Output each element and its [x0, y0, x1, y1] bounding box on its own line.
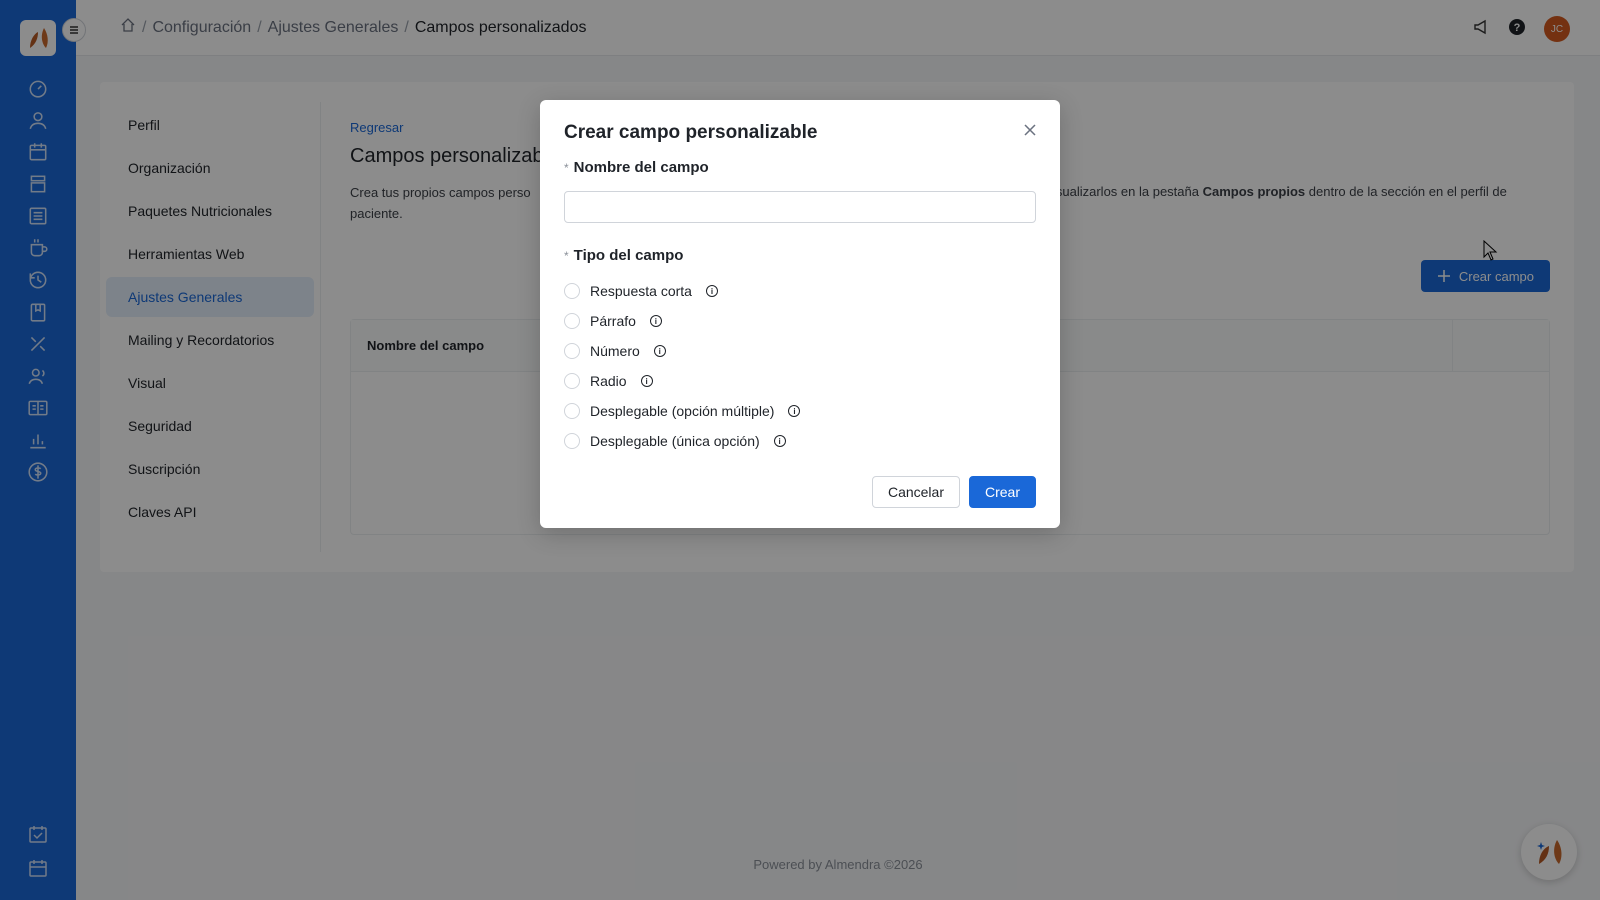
cancel-button[interactable]: Cancelar [871, 476, 960, 508]
field-type-label-text: Tipo del campo [573, 247, 684, 264]
radio-option-radio[interactable]: Radio i [564, 366, 800, 396]
radio-button[interactable] [564, 313, 580, 329]
radio-button[interactable] [564, 433, 580, 449]
radio-label: Desplegable (opción múltiple) [590, 403, 775, 419]
info-icon[interactable]: i [640, 375, 653, 387]
radio-button[interactable] [564, 343, 580, 359]
radio-option-desplegable-unica[interactable]: Desplegable (única opción) i [564, 426, 800, 456]
modal-actions: Cancelar Crear [871, 476, 1036, 508]
radio-label: Desplegable (única opción) [590, 433, 760, 449]
info-icon[interactable]: i [705, 285, 718, 297]
required-marker: * [564, 248, 569, 263]
radio-button[interactable] [564, 403, 580, 419]
radio-label: Párrafo [590, 313, 636, 329]
create-button[interactable]: Crear [968, 476, 1036, 508]
close-icon[interactable] [1020, 120, 1040, 140]
field-type-label: * Tipo del campo [564, 247, 683, 264]
radio-button[interactable] [564, 373, 580, 389]
field-name-input[interactable] [564, 191, 1036, 223]
required-marker: * [564, 160, 569, 175]
radio-label: Número [590, 343, 640, 359]
info-icon[interactable]: i [788, 405, 801, 417]
radio-option-desplegable-multiple[interactable]: Desplegable (opción múltiple) i [564, 396, 801, 426]
field-name-label: * Nombre del campo [564, 159, 709, 176]
radio-label: Radio [590, 373, 627, 389]
modal-title: Crear campo personalizable [564, 122, 818, 143]
field-type-options: Respuesta corta i Párrafo i Número i Radio i… [564, 276, 801, 456]
radio-label: Respuesta corta [590, 283, 692, 299]
radio-button[interactable] [564, 283, 580, 299]
field-name-label-text: Nombre del campo [573, 159, 709, 176]
info-icon[interactable]: i [773, 435, 786, 447]
radio-option-numero[interactable]: Número i [564, 336, 800, 366]
info-icon[interactable]: i [653, 345, 666, 357]
radio-option-parrafo[interactable]: Párrafo i [564, 306, 800, 336]
info-icon[interactable]: i [649, 315, 662, 327]
radio-option-respuesta-corta[interactable]: Respuesta corta i [564, 276, 800, 306]
create-field-modal: Crear campo personalizable * Nombre del … [540, 100, 1060, 528]
